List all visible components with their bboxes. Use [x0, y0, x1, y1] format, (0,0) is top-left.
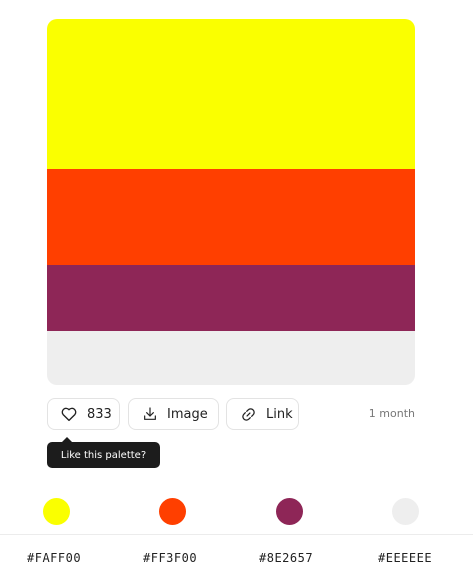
hex-code-3[interactable]: #8E2657 [259, 551, 313, 565]
hex-code-2[interactable]: #FF3F00 [143, 551, 197, 565]
like-count: 833 [87, 406, 112, 422]
image-button-label: Image [167, 406, 208, 422]
swatch-color-2[interactable] [47, 169, 415, 265]
swatch-color-1[interactable] [47, 19, 415, 169]
swatch-color-3[interactable] [47, 265, 415, 331]
hex-code-4[interactable]: #EEEEEE [378, 551, 432, 565]
tooltip-text: Like this palette? [60, 449, 147, 461]
link-button-label: Link [266, 406, 293, 422]
link-icon [239, 405, 257, 423]
action-bar: 833 Image Link 1 month [47, 398, 415, 432]
download-icon [141, 405, 159, 423]
divider [0, 534, 473, 535]
color-dot-2[interactable] [159, 498, 186, 525]
image-download-button[interactable]: Image [128, 398, 219, 430]
heart-icon [60, 405, 78, 423]
color-dot-3[interactable] [276, 498, 303, 525]
like-button[interactable]: 833 [47, 398, 120, 430]
palette-page: 833 Image Link 1 month Like this palette… [0, 0, 473, 576]
copy-link-button[interactable]: Link [226, 398, 299, 430]
color-dot-4[interactable] [392, 498, 419, 525]
swatch-color-4[interactable] [47, 331, 415, 385]
palette-card[interactable] [47, 19, 415, 385]
color-dot-1[interactable] [43, 498, 70, 525]
hex-code-1[interactable]: #FAFF00 [27, 551, 81, 565]
posted-time: 1 month [368, 407, 415, 420]
like-tooltip: Like this palette? [47, 437, 160, 468]
